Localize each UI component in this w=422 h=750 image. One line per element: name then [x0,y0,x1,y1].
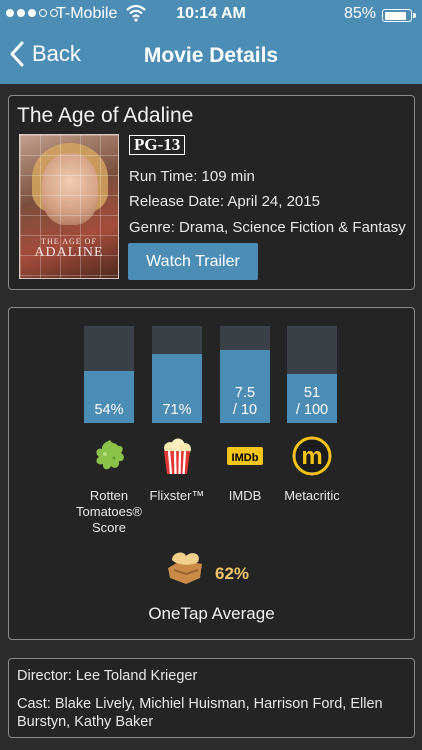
svg-text:m: m [301,443,322,470]
rotten-tomatoes-score-value: 54% [94,402,124,418]
rotten-tomatoes-splat-icon [96,440,124,470]
metacritic-label: Metacritic [284,488,340,503]
movie-poster: THE AGE OF ADALINE [19,134,119,279]
movie-title: The Age of Adaline [17,104,194,127]
crew-panel: Director: Lee Toland Krieger Cast: Blake… [8,658,415,738]
page-title: Movie Details [143,44,279,67]
flixster-score-value: 71% [162,402,192,418]
flixster-score-bar: 71% [152,326,202,423]
scores-panel: 54% 71% 7.5/ 10 51/ 100 IMDb m Rotten To… [8,307,415,640]
release-date-text: Release Date: April 24, 2015 [129,193,320,210]
cast-text: Cast: Blake Lively, Michiel Huisman, Har… [17,696,383,730]
runtime-text: Run Time: 109 min [129,168,255,185]
imdb-score-bar: 7.5/ 10 [220,326,270,423]
rotten-tomatoes-score-bar: 54% [84,326,134,423]
mpaa-rating-badge: PG-13 [129,135,186,155]
imdb-logo-icon: IMDb [227,447,263,465]
battery-percentage: 85% [343,5,376,22]
status-bar: T-Mobile 10:14 AM 85% [0,0,422,30]
poster-title-line-2: ADALINE [34,245,104,260]
flixster-popcorn-icon [164,438,191,475]
metacritic-logo-icon: m [292,436,332,476]
metacritic-score-value: 51/ 100 [295,385,329,418]
imdb-score-value: 7.5/ 10 [232,385,258,418]
movie-info-panel: The Age of Adaline THE AGE OF ADALINE PG… [8,95,415,290]
metacritic-score-bar: 51/ 100 [287,326,337,423]
onetap-average-icon [168,552,202,584]
director-text: Director: Lee Toland Krieger [17,668,198,684]
onetap-average-label: OneTap Average [148,604,275,623]
onetap-average-value: 62% [215,564,250,583]
battery-icon [382,9,416,22]
watch-trailer-button[interactable]: Watch Trailer [128,243,258,280]
genre-text: Genre: Drama, Science Fiction & Fantasy [129,219,406,236]
svg-text:IMDb: IMDb [232,452,259,464]
navigation-bar: Back Movie Details [0,30,422,84]
